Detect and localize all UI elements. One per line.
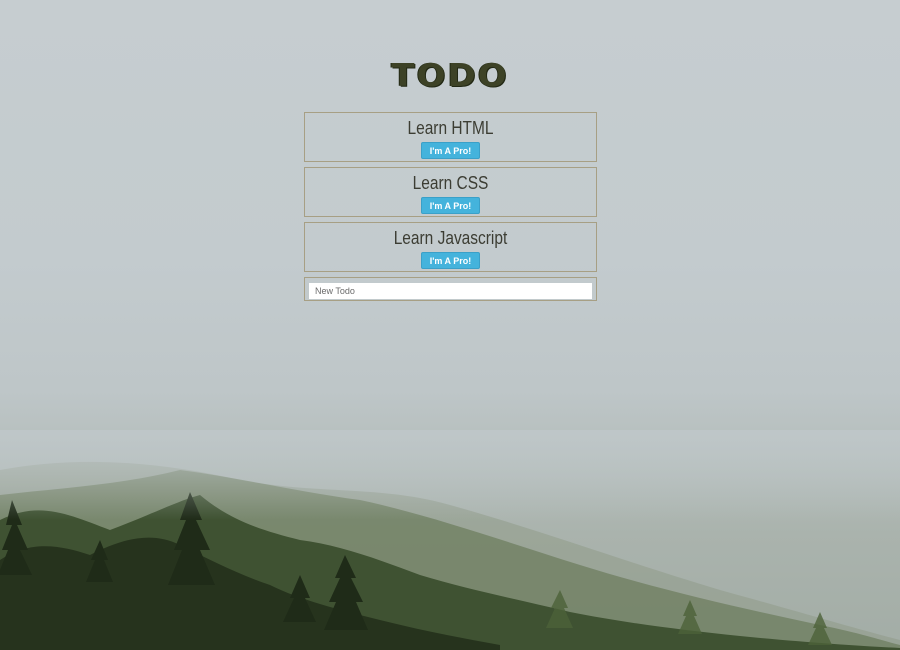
im-a-pro-button[interactable]: I'm A Pro! (420, 197, 481, 214)
todo-item: Learn Javascript I'm A Pro! (304, 222, 597, 272)
new-todo-input[interactable] (309, 283, 592, 299)
im-a-pro-button[interactable]: I'm A Pro! (420, 142, 481, 159)
app-title: TODO (391, 57, 509, 95)
new-todo-container (304, 277, 597, 301)
todo-item-text: Learn HTML (407, 118, 494, 138)
todo-list: Learn HTML I'm A Pro! Learn CSS I'm A Pr… (304, 112, 597, 301)
im-a-pro-button[interactable]: I'm A Pro! (420, 252, 481, 269)
todo-item: Learn CSS I'm A Pro! (304, 167, 597, 217)
todo-item-text: Learn CSS (412, 173, 489, 193)
todo-item: Learn HTML I'm A Pro! (304, 112, 597, 162)
todo-item-text: Learn Javascript (393, 228, 508, 248)
foggy-forest-background (0, 430, 900, 650)
